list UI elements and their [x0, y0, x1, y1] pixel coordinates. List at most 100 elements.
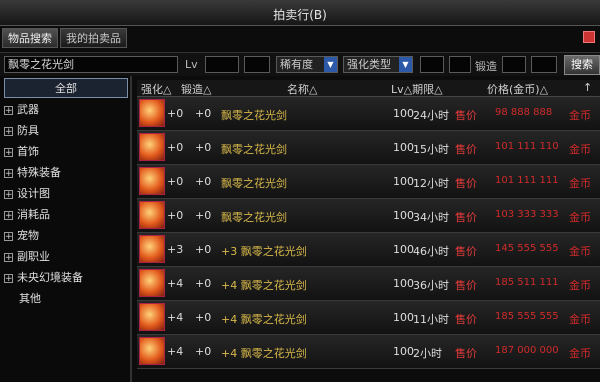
- item-level: 100: [393, 311, 414, 324]
- price-tag: 售价: [455, 245, 477, 258]
- expand-icon[interactable]: +: [4, 210, 13, 220]
- time-left: 34小时: [413, 211, 449, 224]
- forge-value: +0: [195, 243, 212, 256]
- sort-enhance-header[interactable]: 强化△: [141, 81, 171, 97]
- expand-icon[interactable]: +: [4, 273, 13, 283]
- search-bar: 飘零之花光剑 Lv 稀有度 ▼ 强化类型 ▼ 锻造 搜索: [0, 52, 600, 76]
- table-row[interactable]: +0 +0 飘零之花光剑 100 34小时 售价 103 333 333 金币: [137, 199, 600, 233]
- item-level: 100: [393, 141, 414, 154]
- forge-value: +0: [195, 175, 212, 188]
- category-item[interactable]: + 副职业: [4, 247, 128, 267]
- forge-min-input[interactable]: [502, 56, 526, 73]
- category-item-all[interactable]: 全部: [4, 78, 128, 98]
- category-item[interactable]: + 武器: [4, 100, 128, 120]
- enhance-type-select[interactable]: 强化类型 ▼: [343, 56, 413, 73]
- sort-lv-time-header[interactable]: Lv△期限△: [391, 81, 443, 97]
- pin-icon[interactable]: ↑: [583, 81, 592, 94]
- search-input[interactable]: 飘零之花光剑: [4, 56, 178, 73]
- chevron-down-icon: ▼: [324, 57, 337, 72]
- currency-label: 金币: [569, 211, 591, 224]
- item-level: 100: [393, 209, 414, 222]
- price-tag: 售价: [455, 279, 477, 292]
- time-left: 46小时: [413, 245, 449, 258]
- table-row[interactable]: +0 +0 飘零之花光剑 100 24小时 售价 98 888 888 金币: [137, 97, 600, 131]
- sort-name-header[interactable]: 名称△: [287, 81, 317, 97]
- price-value: 185 555 555: [495, 311, 559, 322]
- category-label: 特殊装备: [17, 166, 61, 179]
- forge-value: +0: [195, 209, 212, 222]
- price-tag: 售价: [455, 143, 477, 156]
- time-left: 12小时: [413, 177, 449, 190]
- expand-icon[interactable]: +: [4, 189, 13, 199]
- item-name: 飘零之花光剑: [221, 109, 287, 122]
- item-name: 飘零之花光剑: [221, 143, 287, 156]
- table-row[interactable]: +3 +0 +3 飘零之花光剑 100 46小时 售价 145 555 555 …: [137, 233, 600, 267]
- expand-icon[interactable]: +: [4, 168, 13, 178]
- tab-my-auctions[interactable]: 我的拍卖品: [60, 28, 127, 48]
- currency-label: 金币: [569, 143, 591, 156]
- item-icon: [139, 99, 165, 127]
- forge-value: +0: [195, 277, 212, 290]
- enhance-value: +0: [167, 175, 184, 188]
- rarity-select[interactable]: 稀有度 ▼: [276, 56, 338, 73]
- category-item[interactable]: + 消耗品: [4, 205, 128, 225]
- results-header: 强化△ 锻造△ 名称△ Lv△期限△ 价格(金币)△ ↑: [137, 80, 600, 97]
- category-item[interactable]: + 宠物: [4, 226, 128, 246]
- category-item[interactable]: + 防具: [4, 121, 128, 141]
- price-tag: 售价: [455, 211, 477, 224]
- category-label: 防具: [17, 124, 39, 137]
- item-name: 飘零之花光剑: [221, 177, 287, 190]
- forge-value: +0: [195, 345, 212, 358]
- value-max-input[interactable]: [449, 56, 471, 73]
- forge-value: +0: [195, 107, 212, 120]
- price-tag: 售价: [455, 109, 477, 122]
- category-item[interactable]: + 特殊装备: [4, 163, 128, 183]
- time-left: 36小时: [413, 279, 449, 292]
- category-label: 设计图: [17, 187, 50, 200]
- category-panel: 全部 + 武器 + 防具 + 首饰 + 特殊装备 + 设计图 + 消耗品 + 宠物 + 副职业 …: [0, 76, 132, 382]
- sort-price-header[interactable]: 价格(金币)△: [487, 81, 548, 97]
- category-item[interactable]: + 首饰: [4, 142, 128, 162]
- table-row[interactable]: +4 +0 +4 飘零之花光剑 100 11小时 售价 185 555 555 …: [137, 301, 600, 335]
- enhance-value: +4: [167, 345, 184, 358]
- currency-label: 金币: [569, 347, 591, 360]
- price-tag: 售价: [455, 313, 477, 326]
- sort-forge-header[interactable]: 锻造△: [181, 81, 211, 97]
- table-row[interactable]: +4 +0 +4 飘零之花光剑 100 2小时 售价 187 000 000 金…: [137, 335, 600, 369]
- window-title: 拍卖行(B): [273, 8, 327, 22]
- table-row[interactable]: +4 +0 +4 飘零之花光剑 100 36小时 售价 185 511 111 …: [137, 267, 600, 301]
- close-icon[interactable]: [583, 31, 595, 43]
- category-label: 武器: [17, 103, 39, 116]
- forge-value: +0: [195, 311, 212, 324]
- item-icon: [139, 133, 165, 161]
- currency-label: 金币: [569, 313, 591, 326]
- search-button[interactable]: 搜索: [564, 55, 600, 75]
- item-level: 100: [393, 277, 414, 290]
- expand-icon[interactable]: +: [4, 231, 13, 241]
- expand-icon[interactable]: +: [4, 126, 13, 136]
- lv-min-input[interactable]: [205, 56, 239, 73]
- item-name: +4 飘零之花光剑: [221, 279, 307, 292]
- category-label: 消耗品: [17, 208, 50, 221]
- price-value: 145 555 555: [495, 243, 559, 254]
- currency-label: 金币: [569, 109, 591, 122]
- time-left: 2小时: [413, 347, 442, 360]
- expand-icon[interactable]: +: [4, 105, 13, 115]
- expand-icon[interactable]: +: [4, 147, 13, 157]
- time-left: 11小时: [413, 313, 449, 326]
- expand-icon[interactable]: +: [4, 252, 13, 262]
- category-item-other[interactable]: 其他: [4, 289, 128, 309]
- value-min-input[interactable]: [420, 56, 444, 73]
- forge-max-input[interactable]: [531, 56, 557, 73]
- tab-item-search[interactable]: 物品搜索: [2, 28, 58, 48]
- item-icon: [139, 337, 165, 365]
- table-row[interactable]: +0 +0 飘零之花光剑 100 12小时 售价 101 111 111 金币: [137, 165, 600, 199]
- forge-value: +0: [195, 141, 212, 154]
- category-item[interactable]: + 设计图: [4, 184, 128, 204]
- table-row[interactable]: +0 +0 飘零之花光剑 100 15小时 售价 101 111 110 金币: [137, 131, 600, 165]
- enhance-value: +0: [167, 107, 184, 120]
- enhance-value: +0: [167, 141, 184, 154]
- price-value: 101 111 110: [495, 141, 559, 152]
- lv-max-input[interactable]: [244, 56, 270, 73]
- category-item[interactable]: + 未央幻境装备: [4, 268, 128, 288]
